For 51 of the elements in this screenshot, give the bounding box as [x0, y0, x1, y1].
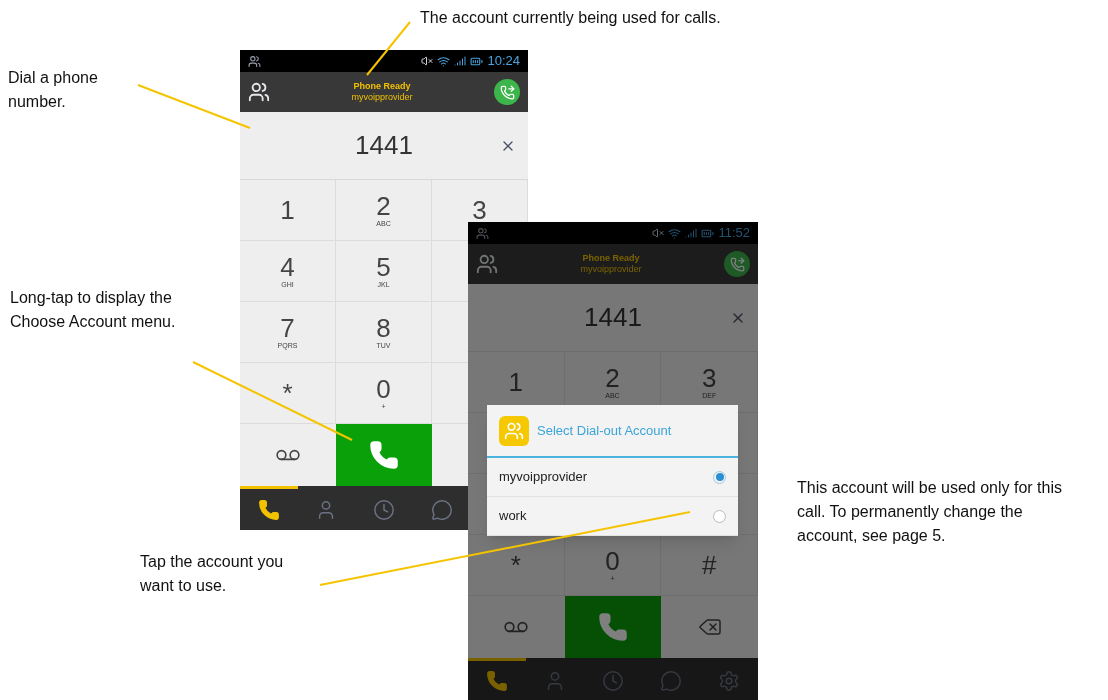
keypad-key[interactable]: # — [701, 552, 717, 578]
radio-button[interactable] — [713, 509, 726, 523]
account-option[interactable]: myvoipprovider — [487, 458, 738, 497]
dialed-number: 1441 — [355, 129, 413, 162]
phone-icon — [598, 612, 628, 642]
phone-arrow-icon — [499, 84, 515, 100]
settings-icon — [718, 670, 740, 692]
people-icon — [476, 253, 498, 275]
account-name: myvoipprovider — [580, 264, 642, 276]
clock-icon — [373, 498, 395, 521]
switch-call-button[interactable] — [724, 251, 750, 277]
leader-line — [366, 21, 411, 76]
keypad-key[interactable]: * — [510, 552, 521, 578]
keypad-key[interactable]: 1 — [280, 197, 295, 223]
signal-icon — [685, 227, 698, 239]
call-button[interactable] — [336, 424, 432, 486]
callout-text: Tap the account you want to use. — [140, 552, 285, 596]
wifi-icon — [668, 226, 682, 240]
call-button[interactable] — [564, 596, 662, 658]
account-name: myvoipprovider — [351, 92, 413, 104]
mute-icon — [652, 227, 665, 239]
dialed-number: 1441 — [584, 301, 642, 334]
phone-icon — [486, 670, 508, 692]
keypad-key[interactable]: 3 — [472, 197, 487, 223]
status-title: Phone Ready — [582, 252, 640, 264]
status-time: 11:52 — [718, 224, 750, 243]
dialog-title: Select Dial-out Account — [537, 421, 672, 440]
account-option[interactable]: work — [487, 497, 738, 536]
mute-icon — [421, 55, 434, 67]
chat-icon — [430, 498, 453, 521]
people-icon — [248, 81, 270, 103]
app-icon — [476, 226, 489, 240]
phone-icon — [369, 440, 399, 470]
status-time: 10:24 — [487, 52, 520, 71]
phone-icon — [257, 498, 280, 521]
keypad-key[interactable]: * — [282, 380, 293, 406]
callout-text: The account currently being used for calls. — [420, 8, 722, 28]
app-icon — [248, 54, 261, 68]
chat-icon — [660, 670, 682, 692]
clock-icon — [602, 670, 624, 692]
callout-text: Dial a phone number. — [8, 68, 99, 112]
keypad-key[interactable]: 1 — [508, 369, 524, 395]
callout-text: Long-tap to display the Choose Account menu. — [10, 288, 177, 332]
number-field[interactable]: 1441 — [240, 112, 528, 180]
signal-icon — [454, 55, 467, 67]
app-logo-icon — [499, 415, 529, 446]
wifi-icon — [437, 54, 451, 68]
phone-arrow-icon — [729, 256, 745, 272]
switch-call-button[interactable] — [494, 79, 520, 105]
callout-text: This account will be used only for this call. To permanently change the account, see page 5. — [797, 478, 1063, 546]
status-title: Phone Ready — [353, 80, 411, 92]
